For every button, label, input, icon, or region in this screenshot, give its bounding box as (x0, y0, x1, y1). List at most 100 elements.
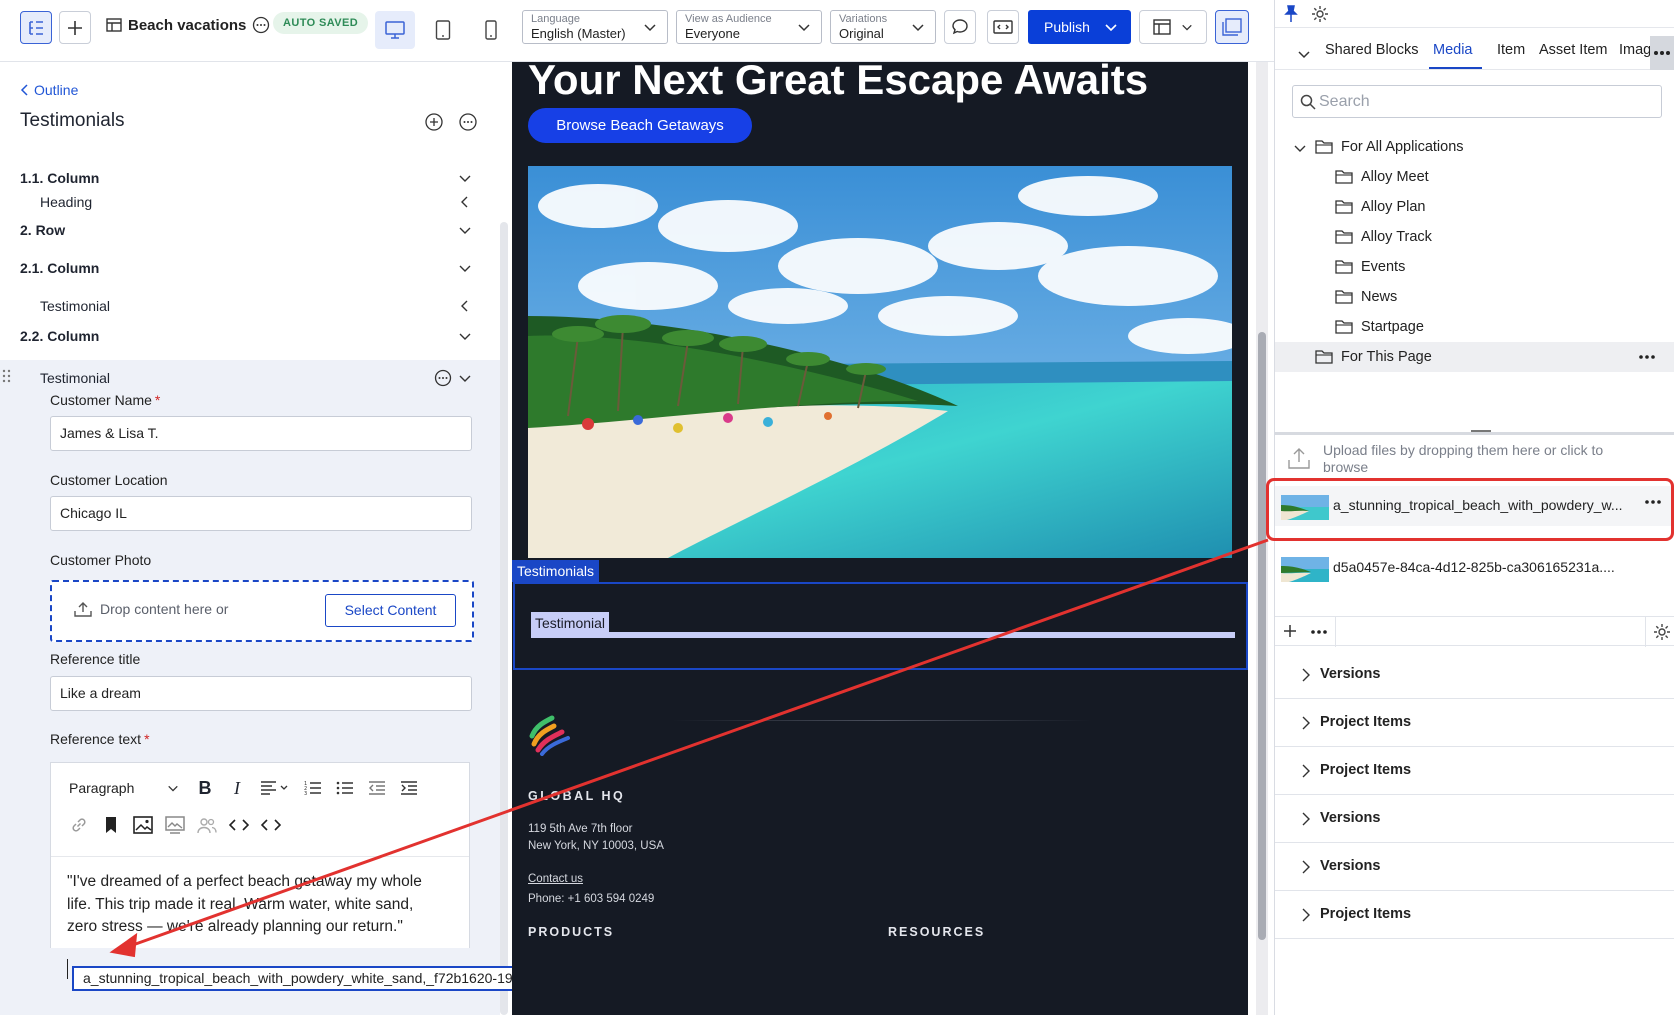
upload-dropzone[interactable]: Upload files by dropping them here or cl… (1287, 442, 1667, 478)
tab-item[interactable]: Item (1497, 42, 1525, 58)
chevron-left-icon[interactable] (458, 195, 472, 209)
section-project-items[interactable]: Project Items (1275, 699, 1674, 747)
dropzone-hint: Drop content here or (74, 601, 228, 617)
section-project-items[interactable]: Project Items (1275, 747, 1674, 795)
beach-hero-image[interactable] (528, 166, 1232, 558)
insert-media-button[interactable] (163, 813, 187, 837)
panel-splitter[interactable] (1275, 430, 1674, 435)
chevron-down-icon[interactable] (458, 371, 472, 385)
language-select[interactable]: Language English (Master) (522, 10, 668, 44)
more-horizontal-icon[interactable] (1639, 355, 1655, 359)
tree-item-column-2-1[interactable]: 2.1. Column (0, 256, 490, 280)
drag-handle-icon[interactable] (2, 368, 12, 384)
preview-scrollbar[interactable] (1256, 62, 1268, 1015)
mobile-view-button[interactable] (471, 11, 511, 49)
code-button[interactable] (227, 813, 251, 837)
hero-title[interactable]: Your Next Great Escape Awaits (528, 62, 1148, 104)
audience-select[interactable]: View as Audience Everyone (676, 10, 822, 44)
tabs-more-button[interactable] (1650, 36, 1674, 70)
folder-for-this-page[interactable]: For This Page (1275, 342, 1674, 372)
link-button[interactable] (67, 813, 91, 837)
outline-toggle-button[interactable] (20, 11, 52, 44)
chevron-down-icon[interactable] (458, 329, 472, 343)
more-circle-icon[interactable] (252, 16, 270, 34)
section-versions[interactable]: Versions (1275, 651, 1674, 699)
preview-toggle-button[interactable] (987, 10, 1019, 44)
folder-alloy-meet[interactable]: Alloy Meet (1275, 162, 1674, 192)
chevron-down-icon[interactable] (458, 223, 472, 237)
testimonials-block-tag[interactable]: Testimonials (512, 560, 600, 582)
italic-button[interactable]: I (225, 776, 249, 800)
gear-icon[interactable] (1311, 5, 1329, 23)
bookmark-button[interactable] (99, 813, 123, 837)
reference-text-content[interactable]: "I've dreamed of a perfect beach getaway… (67, 871, 437, 939)
folder-news[interactable]: News (1275, 282, 1674, 312)
tablet-icon (435, 20, 451, 40)
chevron-down-icon[interactable] (1293, 141, 1307, 155)
align-button[interactable] (257, 776, 293, 800)
browse-beach-getaways-button[interactable]: Browse Beach Getaways (528, 108, 752, 143)
tab-shared-blocks[interactable]: Shared Blocks (1325, 42, 1419, 58)
preview-scrollbar-thumb[interactable] (1258, 332, 1266, 940)
chevron-down-icon[interactable] (458, 261, 472, 275)
gear-icon[interactable] (1653, 623, 1671, 641)
chevron-left-icon[interactable] (458, 299, 472, 313)
chevron-down-icon[interactable] (1297, 47, 1311, 61)
media-file-item[interactable]: d5a0457e-84ca-4d12-825b-ca306165231a.... (1275, 548, 1674, 588)
chevron-down-icon[interactable] (458, 171, 472, 185)
more-circle-icon[interactable] (434, 369, 452, 387)
layout-select-button[interactable] (1139, 10, 1207, 44)
tree-item-row-2[interactable]: 2. Row (0, 218, 490, 242)
folder-for-all-applications[interactable]: For All Applications (1275, 132, 1674, 162)
outline-back-link[interactable]: Outline (20, 82, 78, 98)
section-project-items[interactable]: Project Items (1275, 891, 1674, 939)
bullet-list-button[interactable] (333, 776, 357, 800)
source-code-button[interactable] (259, 813, 283, 837)
contact-us-link[interactable]: Contact us (528, 873, 583, 885)
comments-button[interactable] (944, 10, 976, 44)
reference-title-input[interactable]: Like a dream (50, 676, 472, 711)
more-horizontal-icon[interactable] (1311, 630, 1327, 634)
section-versions[interactable]: Versions (1275, 843, 1674, 891)
testimonial-block-tag[interactable]: Testimonial (531, 612, 610, 635)
customer-photo-dropzone[interactable]: Drop content here or Select Content (50, 580, 474, 642)
tree-item-heading[interactable]: Heading (0, 190, 490, 214)
media-search-input[interactable]: Search (1292, 85, 1662, 118)
tree-item-testimonial-1[interactable]: Testimonial (0, 294, 490, 318)
plus-icon[interactable] (1283, 624, 1297, 638)
pin-icon[interactable] (1283, 5, 1299, 23)
add-button[interactable] (59, 11, 91, 44)
tree-item-column-2-2[interactable]: 2.2. Column (0, 324, 490, 348)
folder-alloy-track[interactable]: Alloy Track (1275, 222, 1674, 252)
publish-button[interactable]: Publish (1028, 10, 1131, 44)
rich-text-editor[interactable]: Paragraph B I 123 "I've dreamed of a per… (50, 762, 470, 979)
left-panel-scrollbar[interactable] (500, 222, 508, 1015)
splitter-grip[interactable] (1471, 430, 1491, 432)
tab-image[interactable]: Imag (1619, 42, 1651, 58)
more-circle-icon[interactable] (458, 112, 478, 132)
bold-button[interactable]: B (193, 776, 217, 800)
paragraph-style-select[interactable]: Paragraph (59, 775, 179, 801)
outdent-button[interactable] (365, 776, 389, 800)
folder-startpage[interactable]: Startpage (1275, 312, 1674, 342)
section-versions[interactable]: Versions (1275, 795, 1674, 843)
customer-location-input[interactable]: Chicago IL (50, 496, 472, 531)
page-preview-canvas[interactable]: Your Next Great Escape Awaits Browse Bea… (512, 62, 1248, 1015)
add-circle-icon[interactable] (424, 112, 444, 132)
tree-item-column-1-1[interactable]: 1.1. Column (0, 166, 490, 190)
panels-toggle-button[interactable] (1215, 10, 1249, 44)
indent-button[interactable] (397, 776, 421, 800)
tab-asset-item[interactable]: Asset Item (1539, 42, 1608, 58)
insert-image-button[interactable] (131, 813, 155, 837)
numbered-list-button[interactable]: 123 (301, 776, 325, 800)
tablet-view-button[interactable] (423, 11, 463, 49)
folder-events[interactable]: Events (1275, 252, 1674, 282)
desktop-view-button[interactable] (375, 11, 415, 49)
variations-select[interactable]: Variations Original (830, 10, 936, 44)
customer-name-input[interactable]: James & Lisa T. (50, 416, 472, 451)
tab-media[interactable]: Media (1433, 42, 1473, 58)
select-content-button[interactable]: Select Content (325, 594, 456, 627)
insert-persona-button[interactable] (195, 813, 219, 837)
testimonials-block[interactable]: Testimonial (513, 582, 1248, 670)
folder-alloy-plan[interactable]: Alloy Plan (1275, 192, 1674, 222)
